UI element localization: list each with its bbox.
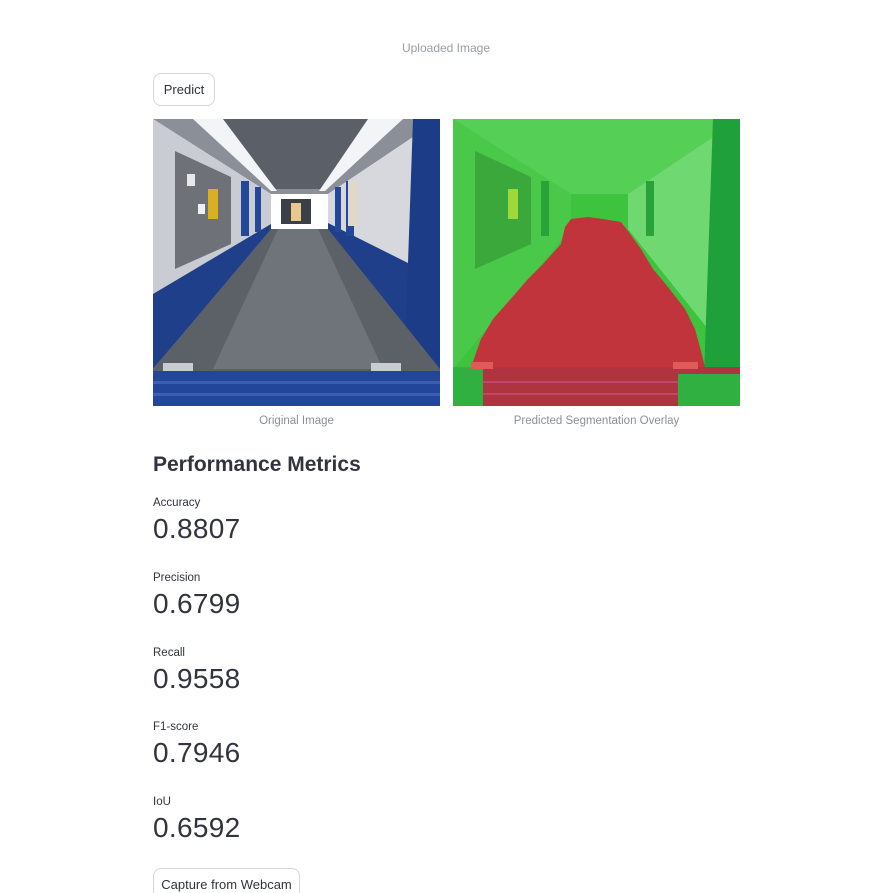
metric-label: Precision [153,572,201,584]
overlay-image-caption: Predicted Segmentation Overlay [513,415,680,427]
metric-value: 0.6799 [153,588,241,619]
metric-value: 0.7946 [153,737,241,768]
metric-label: Accuracy [153,497,201,509]
uploaded-image-caption: Uploaded Image [401,41,491,55]
metric-precision: Precision 0.6799 [153,572,240,620]
metric-label: IoU [153,796,171,808]
metric-iou: IoU 0.6592 [153,796,240,844]
performance-metrics-heading: Performance Metrics [153,453,361,476]
original-image [153,119,440,406]
metric-value: 0.6592 [153,812,241,843]
capture-webcam-button[interactable]: Capture from Webcam [153,868,300,893]
original-image-caption: Original Image [259,415,334,427]
metric-accuracy: Accuracy 0.8807 [153,497,240,545]
metric-recall: Recall 0.9558 [153,647,240,695]
metric-f1-score: F1-score 0.7946 [153,721,240,769]
metric-value: 0.9558 [153,663,241,694]
metric-label: F1-score [153,721,199,733]
metric-label: Recall [153,647,185,659]
segmentation-overlay-image [453,119,740,406]
metric-value: 0.8807 [153,513,241,544]
predict-button[interactable]: Predict [153,73,215,106]
streamlit-page: Uploaded Image Predict Original Image Pr… [0,0,872,893]
